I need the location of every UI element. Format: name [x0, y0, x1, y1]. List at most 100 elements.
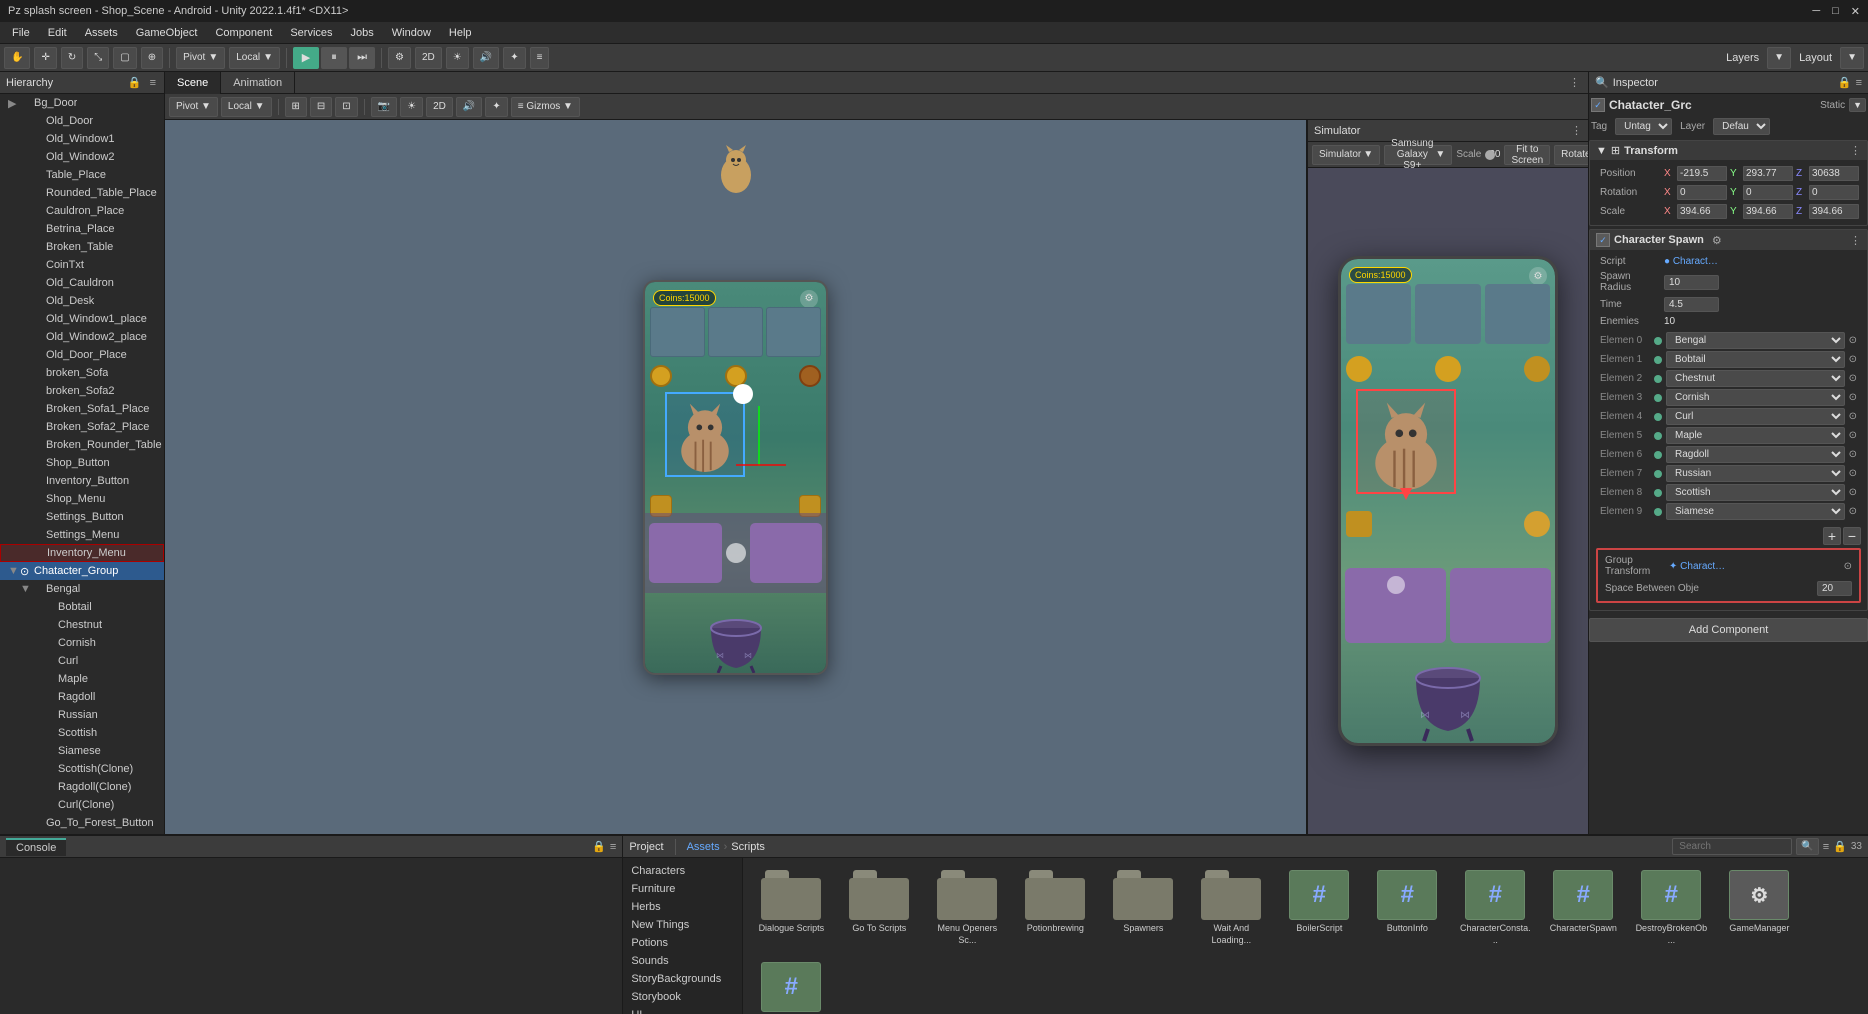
scale-y-input[interactable] [1743, 204, 1793, 219]
device-select[interactable]: Samsung Galaxy S9+ ▼ [1384, 145, 1452, 165]
rot-x-input[interactable] [1677, 185, 1727, 200]
file-boilerscript[interactable]: # BoilerScript [1279, 866, 1359, 950]
remove-enemy-button[interactable]: − [1843, 527, 1861, 545]
hier-bg-door[interactable]: ▶Bg_Door [0, 94, 164, 112]
hier-ragdoll-clone[interactable]: Ragdoll(Clone) [0, 778, 164, 796]
project-search-btn[interactable]: 🔍 [1796, 838, 1818, 855]
hier-broken-table[interactable]: Broken_Table [0, 238, 164, 256]
hierarchy-menu-icon[interactable]: ≡ [148, 77, 158, 89]
add-enemy-button[interactable]: + [1823, 527, 1841, 545]
scene-audio-btn[interactable]: 🔊 [456, 97, 482, 117]
hier-old-cauldron[interactable]: Old_Cauldron [0, 274, 164, 292]
time-input[interactable] [1664, 297, 1719, 312]
hier-broken-sofa[interactable]: broken_Sofa [0, 364, 164, 382]
step-button[interactable]: ⏭ [349, 47, 375, 69]
char-spawn-menu-icon[interactable]: ⋮ [1850, 234, 1861, 247]
hier-settings-btn[interactable]: Settings_Button [0, 508, 164, 526]
file-buttoninfo[interactable]: # ButtonInfo [1367, 866, 1447, 950]
2d-button[interactable]: 2D [415, 47, 442, 69]
enemy-select-3[interactable]: Cornish [1666, 389, 1845, 406]
file-menu-openers[interactable]: Menu Openers Sc... [927, 866, 1007, 950]
breadcrumb-assets[interactable]: Assets [687, 841, 720, 853]
scene-light-btn[interactable]: ☀ [400, 97, 423, 117]
hier-old-window1[interactable]: Old_Window1 [0, 130, 164, 148]
menu-window[interactable]: Window [384, 25, 439, 41]
menu-edit[interactable]: Edit [40, 25, 75, 41]
project-search-input[interactable] [1672, 838, 1792, 855]
enemy-select-5[interactable]: Maple [1666, 427, 1845, 444]
transform-header[interactable]: ▼ ⊞ Transform ⋮ [1590, 141, 1867, 160]
menu-jobs[interactable]: Jobs [343, 25, 382, 41]
hier-old-window1p[interactable]: Old_Window1_place [0, 310, 164, 328]
hier-shop-btn[interactable]: Shop_Button [0, 454, 164, 472]
script-value[interactable]: ● Charact… [1664, 256, 1718, 267]
file-inventory[interactable]: # Inventory [751, 958, 831, 1014]
file-wait-loading[interactable]: Wait And Loading... [1191, 866, 1271, 950]
minimize-button[interactable]: ─ [1812, 5, 1820, 18]
enemy-select-7[interactable]: Russian [1666, 465, 1845, 482]
hier-bengal[interactable]: ▼Bengal [0, 580, 164, 598]
pause-button[interactable]: ⏸ [321, 47, 347, 69]
inspector-menu-icon[interactable]: ≡ [1856, 77, 1862, 89]
sidebar-potions[interactable]: Potions [623, 934, 742, 952]
close-button[interactable]: ✕ [1851, 5, 1860, 18]
file-character-consta[interactable]: # CharacterConsta... [1455, 866, 1535, 950]
sidebar-furniture[interactable]: Furniture [623, 880, 742, 898]
menu-services[interactable]: Services [282, 25, 340, 41]
menu-assets[interactable]: Assets [77, 25, 126, 41]
local-button[interactable]: Local ▼ [229, 47, 280, 69]
scene-pivot-btn[interactable]: Pivot ▼ [169, 97, 218, 117]
scene-view[interactable]: Coins:15000 ⚙ [165, 120, 1308, 834]
hier-inventory-menu[interactable]: Inventory_Menu [0, 544, 164, 562]
gizmos-button[interactable]: ≡ [530, 47, 550, 69]
space-between-input[interactable] [1817, 581, 1852, 596]
menu-file[interactable]: File [4, 25, 38, 41]
scale-slider-handle[interactable] [1485, 150, 1495, 160]
pos-z-input[interactable] [1809, 166, 1859, 181]
scale-tool[interactable]: ⤡ [87, 47, 109, 69]
enemy-select-6[interactable]: Ragdoll [1666, 446, 1845, 463]
file-dialogue-scripts[interactable]: Dialogue Scripts [751, 866, 831, 950]
hier-russian[interactable]: Russian [0, 706, 164, 724]
console-menu-icon[interactable]: ≡ [610, 841, 616, 853]
file-go-to-scripts[interactable]: Go To Scripts [839, 866, 919, 950]
maximize-button[interactable]: □ [1832, 5, 1839, 18]
sidebar-herbs[interactable]: Herbs [623, 898, 742, 916]
hier-broken-sofa2p[interactable]: Broken_Sofa2_Place [0, 418, 164, 436]
hier-rounded-table[interactable]: Rounded_Table_Place [0, 184, 164, 202]
file-game-manager[interactable]: ⚙ GameManager [1719, 866, 1799, 950]
inspector-lock-icon[interactable]: 🔒 [1838, 76, 1852, 89]
hier-curl[interactable]: Curl [0, 652, 164, 670]
file-character-spawn[interactable]: # CharacterSpawn [1543, 866, 1623, 950]
hier-shop-menu[interactable]: Shop_Menu [0, 490, 164, 508]
scale-z-input[interactable] [1809, 204, 1859, 219]
hier-maple[interactable]: Maple [0, 670, 164, 688]
move-tool[interactable]: ✛ [34, 47, 56, 69]
rotate-tool[interactable]: ↻ [61, 47, 83, 69]
pos-x-input[interactable] [1677, 166, 1727, 181]
hier-table-place[interactable]: Table_Place [0, 166, 164, 184]
tag-select[interactable]: Untag [1615, 118, 1672, 135]
hier-old-window2p[interactable]: Old_Window2_place [0, 328, 164, 346]
enemy-select-9[interactable]: Siamese [1666, 503, 1845, 520]
scene-fx-btn[interactable]: ✦ [485, 97, 507, 117]
hier-character-group[interactable]: ▼⊙Chatacter_Group [0, 562, 164, 580]
hier-cauldron-place[interactable]: Cauldron_Place [0, 202, 164, 220]
scene-gizmos-btn[interactable]: ≡ Gizmos ▼ [511, 97, 580, 117]
char-spawn-header[interactable]: ✓ Character Spawn ⚙ ⋮ [1590, 230, 1867, 250]
hier-cointxt[interactable]: CoinTxt [0, 256, 164, 274]
sidebar-sounds[interactable]: Sounds [623, 952, 742, 970]
scene-grid-btn[interactable]: ⊞ [285, 97, 307, 117]
tab-console[interactable]: Console [6, 838, 66, 856]
transform-tool[interactable]: ⊕ [141, 47, 163, 69]
enemy-select-2[interactable]: Chestnut [1666, 370, 1845, 387]
scene-camera-btn[interactable]: 📷 [371, 97, 397, 117]
hier-curl-clone[interactable]: Curl(Clone) [0, 796, 164, 814]
snap-settings[interactable]: ⚙ [388, 47, 411, 69]
char-spawn-checkbox[interactable]: ✓ [1596, 233, 1610, 247]
enemy-select-4[interactable]: Curl [1666, 408, 1845, 425]
hier-old-window2[interactable]: Old_Window2 [0, 148, 164, 166]
hier-broken-rounder[interactable]: Broken_Rounder_Table [0, 436, 164, 454]
tab-animation[interactable]: Animation [221, 72, 295, 94]
enemy-select-0[interactable]: Bengal [1666, 332, 1845, 349]
